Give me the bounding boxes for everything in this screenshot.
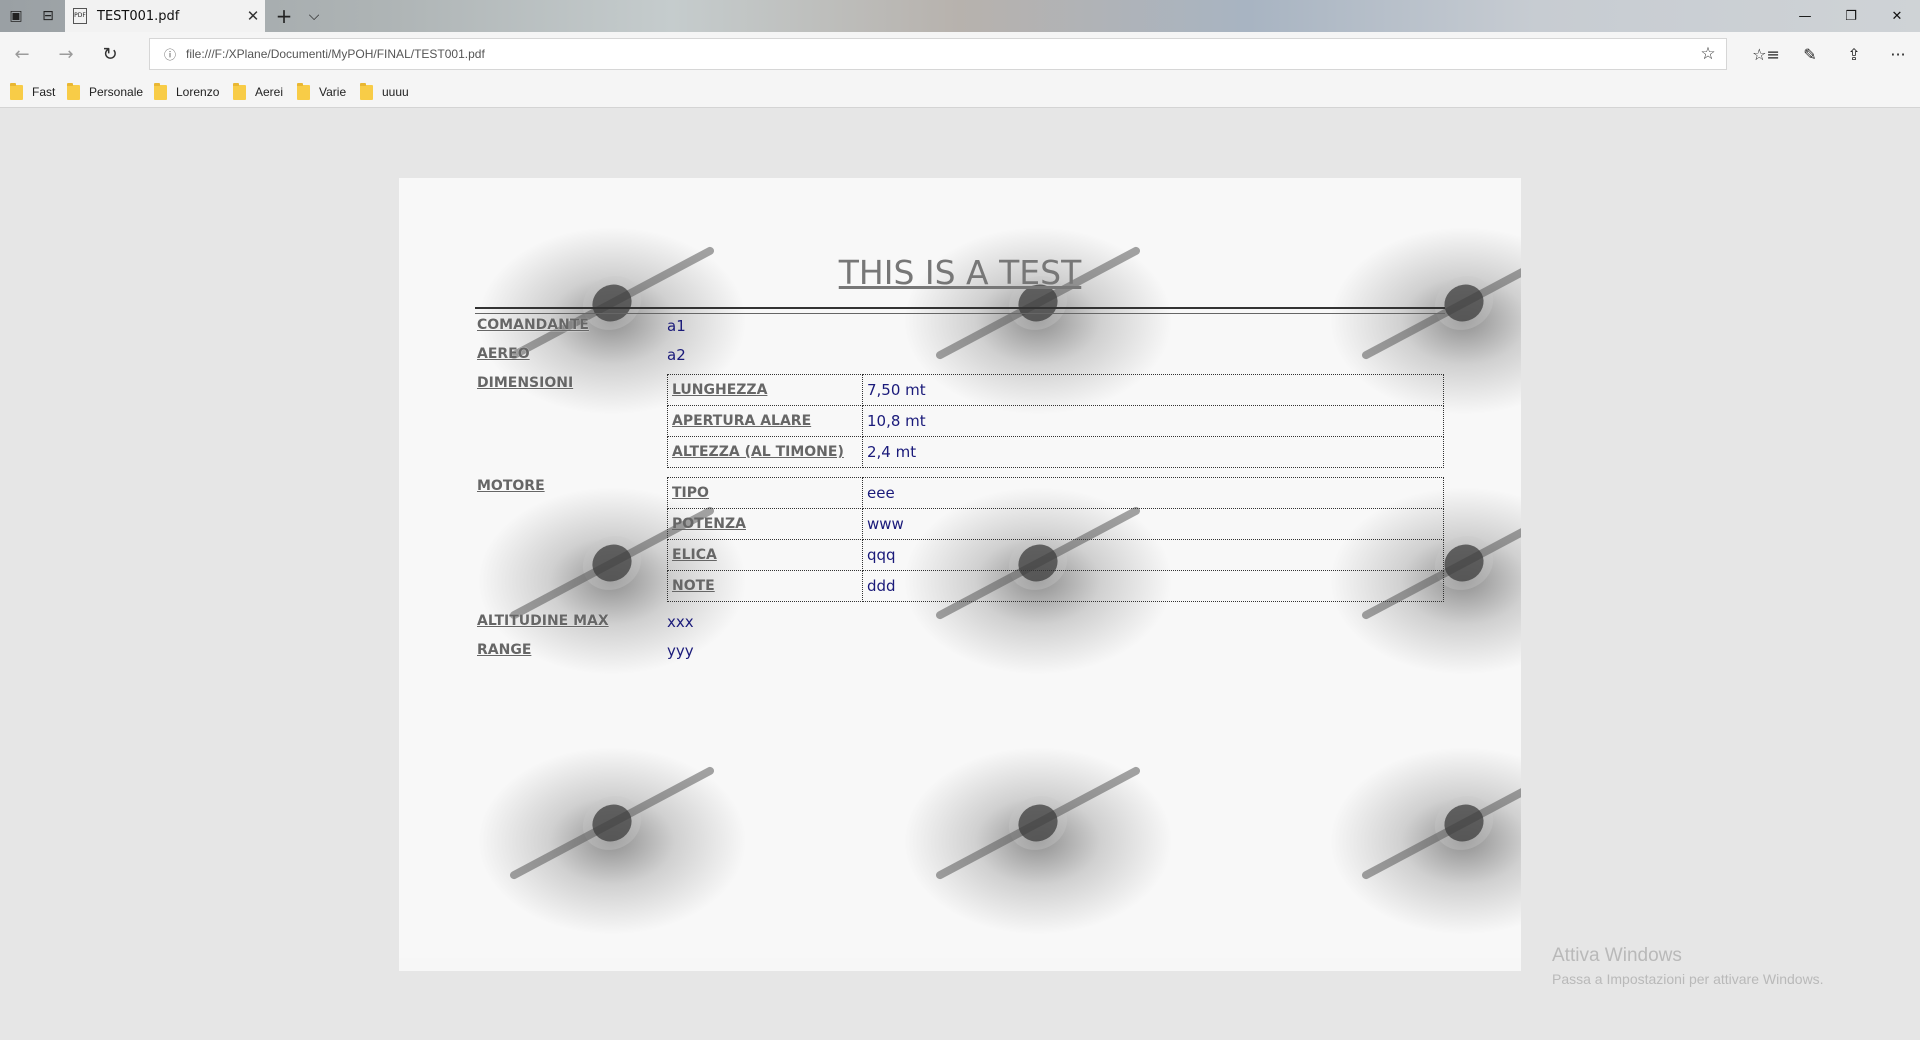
minimize-icon[interactable]: — [1782, 0, 1828, 32]
close-tab-icon[interactable]: ✕ [241, 7, 265, 25]
aereo-label: AEREO [477, 346, 530, 362]
favorites-bar: Fast Personale Lorenzo Aerei Varie uuuu [0, 76, 1920, 108]
altitudine-value: xxx [667, 613, 694, 631]
engine-key: POTENZA [667, 508, 863, 540]
watermark-line1: Attiva Windows [1552, 945, 1682, 966]
title-divider [475, 307, 1445, 314]
range-value: yyy [667, 642, 694, 660]
motore-table: TIPO eee POTENZA www ELICA qqq NOTE ddd [667, 477, 1444, 602]
dimensioni-label: DIMENSIONI [477, 375, 574, 391]
pdf-file-icon: PDF [73, 8, 87, 24]
dimension-value: 2,4 mt [862, 436, 1444, 468]
engine-value: ddd [862, 570, 1444, 602]
tab-title: TEST001.pdf [97, 8, 180, 24]
table-row: ELICA qqq [667, 539, 1444, 571]
folder-icon [233, 82, 246, 100]
address-bar[interactable]: ⓘ file:///F:/XPlane/Documenti/MyPOH/FINA… [149, 38, 1727, 70]
favorite-folder-uuuu[interactable]: uuuu [360, 82, 409, 101]
background-airplane-image [399, 698, 825, 958]
window-close-icon[interactable]: ✕ [1874, 0, 1920, 32]
new-tab-icon[interactable]: + [268, 0, 300, 32]
favorite-folder-personale[interactable]: Personale [67, 82, 143, 101]
web-notes-icon[interactable]: ✎ [1788, 32, 1832, 76]
engine-key: ELICA [667, 539, 863, 571]
url-text[interactable]: file:///F:/XPlane/Documenti/MyPOH/FINAL/… [186, 47, 1690, 61]
favorite-folder-varie[interactable]: Varie [297, 82, 346, 101]
navigation-bar: ← → ↻ ⓘ file:///F:/XPlane/Documenti/MyPO… [0, 32, 1920, 76]
dimension-key: ALTEZZA (AL TIMONE) [667, 436, 863, 468]
favorites-hub-icon[interactable]: ☆≡ [1744, 32, 1788, 76]
table-row: LUNGHEZZA 7,50 mt [667, 374, 1444, 406]
title-bar: ▣ ⊟ PDF TEST001.pdf ✕ + ⌵ — ❐ ✕ [0, 0, 1920, 32]
watermark-line2: Passa a Impostazioni per attivare Window… [1552, 971, 1824, 987]
forward-icon[interactable]: → [44, 32, 88, 76]
range-label: RANGE [477, 642, 532, 658]
comandante-label: COMANDANTE [477, 317, 589, 333]
engine-key: TIPO [667, 477, 863, 509]
aereo-value: a2 [667, 346, 686, 364]
table-row: TIPO eee [667, 477, 1444, 509]
favorite-folder-lorenzo[interactable]: Lorenzo [154, 82, 219, 101]
comandante-value: a1 [667, 317, 686, 335]
tab-test001[interactable]: PDF TEST001.pdf ✕ [65, 0, 265, 32]
dimension-key: LUNGHEZZA [667, 374, 863, 406]
altitudine-label: ALTITUDINE MAX [477, 613, 609, 629]
folder-icon [154, 82, 167, 100]
dimensioni-table: LUNGHEZZA 7,50 mt APERTURA ALARE 10,8 mt A… [667, 374, 1444, 468]
more-icon[interactable]: ··· [1876, 32, 1920, 76]
background-airplane-image [825, 698, 1251, 958]
dimension-value: 10,8 mt [862, 405, 1444, 437]
table-row: ALTEZZA (AL TIMONE) 2,4 mt [667, 436, 1444, 468]
favorite-folder-fast[interactable]: Fast [10, 82, 55, 101]
favorite-star-icon[interactable]: ☆ [1690, 44, 1726, 64]
table-row: POTENZA www [667, 508, 1444, 540]
dimension-value: 7,50 mt [862, 374, 1444, 406]
table-row: NOTE ddd [667, 570, 1444, 602]
engine-value: www [862, 508, 1444, 540]
folder-icon [10, 82, 23, 100]
refresh-icon[interactable]: ↻ [88, 32, 132, 76]
chevron-down-icon[interactable]: ⌵ [298, 0, 330, 32]
set-tabs-aside-icon[interactable]: ⊟ [32, 0, 64, 32]
tab-actions-icon[interactable]: ▣ [0, 0, 32, 32]
document-title: THIS IS A TEST [838, 253, 1082, 292]
motore-label: MOTORE [477, 478, 545, 494]
dimension-key: APERTURA ALARE [667, 405, 863, 437]
engine-value: eee [862, 477, 1444, 509]
back-icon[interactable]: ← [0, 32, 44, 76]
folder-icon [67, 82, 80, 100]
folder-icon [360, 82, 373, 100]
info-icon[interactable]: ⓘ [154, 46, 186, 63]
table-row: APERTURA ALARE 10,8 mt [667, 405, 1444, 437]
background-airplane-image [1251, 698, 1521, 958]
engine-key: NOTE [667, 570, 863, 602]
pdf-page: THIS IS A TEST COMANDANTE a1 AEREO a2 DI… [399, 178, 1521, 971]
restore-icon[interactable]: ❐ [1828, 0, 1874, 32]
favorite-folder-aerei[interactable]: Aerei [233, 82, 283, 101]
share-icon[interactable]: ⇪ [1832, 32, 1876, 76]
folder-icon [297, 82, 310, 100]
engine-value: qqq [862, 539, 1444, 571]
windows-activation-watermark: Attiva Windows Passa a Impostazioni per … [1552, 945, 1824, 987]
